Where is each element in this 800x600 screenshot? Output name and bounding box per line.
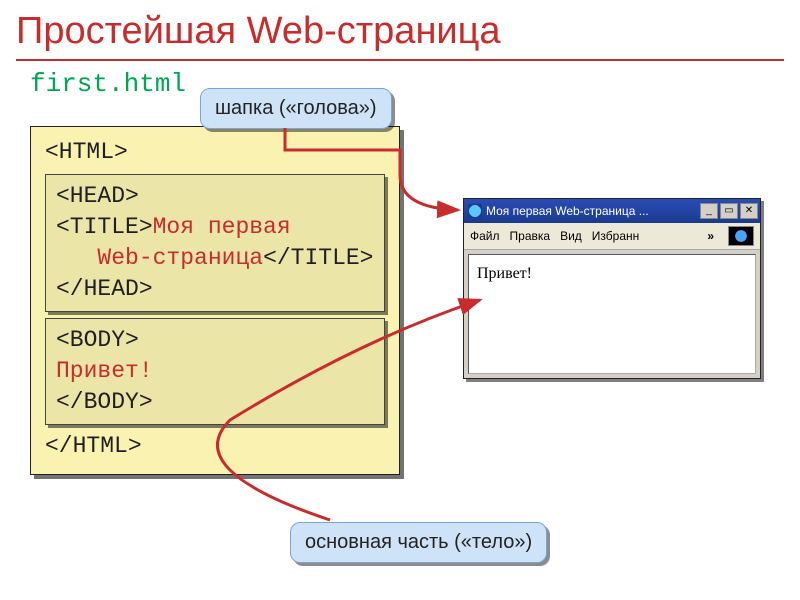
tag-title-open: <TITLE> xyxy=(56,214,153,240)
title-text-line2: Web-страница xyxy=(97,245,263,271)
menu-view[interactable]: Вид xyxy=(560,229,582,243)
head-section: <HEAD> <TITLE>Моя первая Web-страница</T… xyxy=(45,174,385,312)
menu-more-icon[interactable]: » xyxy=(707,229,714,243)
browser-titlebar: Моя первая Web-страница ... _ ▭ ✕ xyxy=(464,199,760,223)
browser-content: Привет! xyxy=(468,254,756,374)
tag-body-open: <BODY> xyxy=(56,327,139,353)
slide-title: Простейшая Web-страница xyxy=(0,0,800,59)
filename-label: first.html xyxy=(0,61,800,99)
menu-file[interactable]: Файл xyxy=(470,229,500,243)
minimize-button[interactable]: _ xyxy=(700,203,718,219)
tag-head-close: </HEAD> xyxy=(56,276,153,302)
browser-title: Моя первая Web-страница ... xyxy=(486,204,700,218)
tag-title-close: </TITLE> xyxy=(263,245,373,271)
ie-icon xyxy=(468,204,482,218)
code-block: <HTML> <HEAD> <TITLE>Моя первая Web-стра… xyxy=(30,126,400,475)
browser-window: Моя первая Web-страница ... _ ▭ ✕ Файл П… xyxy=(463,198,761,379)
maximize-button[interactable]: ▭ xyxy=(720,203,738,219)
tag-html-open: <HTML> xyxy=(45,139,128,165)
callout-head: шапка («голова») xyxy=(200,88,392,129)
close-button[interactable]: ✕ xyxy=(740,203,758,219)
menu-edit[interactable]: Правка xyxy=(510,229,551,243)
browser-logo-icon xyxy=(728,226,754,246)
menu-favorites[interactable]: Избранн xyxy=(592,229,639,243)
tag-head-open: <HEAD> xyxy=(56,183,139,209)
title-text-line1: Моя первая xyxy=(153,214,291,240)
body-section: <BODY> Привет! </BODY> xyxy=(45,318,385,425)
body-text: Привет! xyxy=(56,358,153,384)
callout-body: основная часть («тело») xyxy=(290,522,547,563)
tag-body-close: </BODY> xyxy=(56,389,153,415)
tag-html-close: </HTML> xyxy=(45,433,142,459)
browser-menu: Файл Правка Вид Избранн » xyxy=(464,223,760,250)
